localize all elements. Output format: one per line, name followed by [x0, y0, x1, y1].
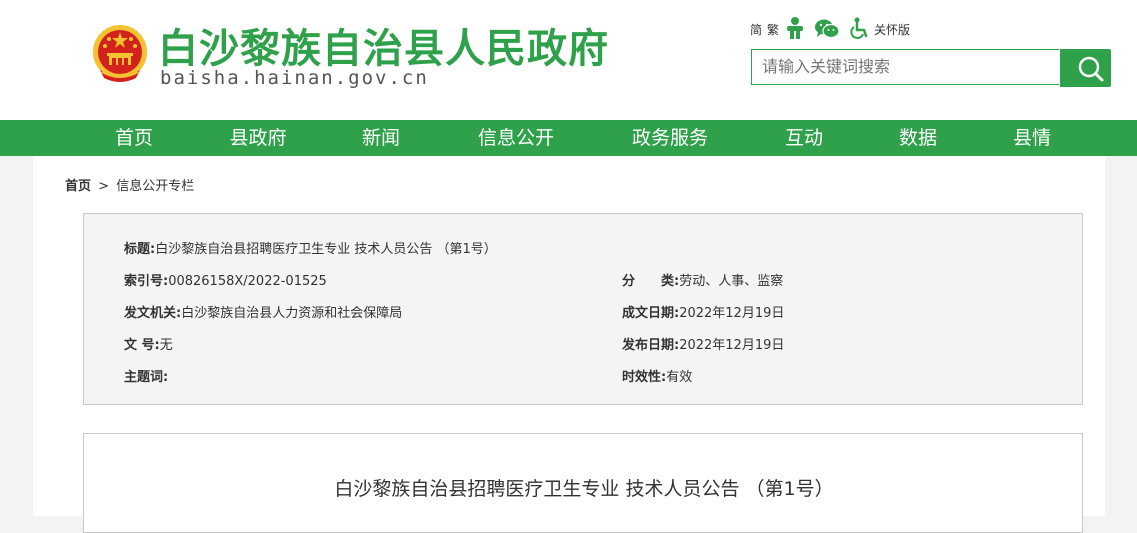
nav-item-information-disclosure[interactable]: 信息公开 [478, 120, 554, 156]
breadcrumb-home[interactable]: 首页 [65, 179, 91, 194]
search-button[interactable] [1060, 49, 1111, 87]
meta-doc-number-label: 文 号: [124, 338, 160, 353]
nav-item-home[interactable]: 首页 [115, 120, 153, 156]
nav-item-county-government[interactable]: 县政府 [229, 120, 286, 156]
search-icon [1078, 56, 1104, 82]
nav-item-data[interactable]: 数据 [899, 120, 937, 156]
meta-written-date: 成文日期:2022年12月19日 [622, 302, 784, 321]
article-title: 白沙黎族自治县招聘医疗卫生专业 技术人员公告 （第1号） [334, 478, 834, 500]
meta-index-value: 00826158X/2022-01525 [168, 274, 327, 289]
meta-written-date-value: 2022年12月19日 [679, 306, 785, 321]
elderly-mode-link[interactable]: 关怀版 [874, 21, 910, 38]
meta-validity: 时效性:有效 [622, 366, 692, 385]
main-content: 首页 > 信息公开专栏 标题:白沙黎族自治县招聘医疗卫生专业 技术人员公告 （第… [33, 156, 1105, 533]
site-header: 白沙黎族自治县人民政府 baisha.hainan.gov.cn 简 繁 关怀版 [0, 0, 1137, 120]
meta-issuer-value: 白沙黎族自治县人力资源和社会保障局 [181, 306, 403, 321]
meta-validity-value: 有效 [666, 370, 693, 385]
meta-publish-date-value: 2022年12月19日 [679, 338, 785, 353]
meta-publish-date-label: 发布日期: [622, 338, 680, 353]
nav-item-county-info[interactable]: 县情 [1013, 120, 1051, 156]
meta-issuer-label: 发文机关: [124, 306, 182, 321]
meta-title-value: 白沙黎族自治县招聘医疗卫生专业 技术人员公告 （第1号） [155, 242, 497, 257]
meta-index: 索引号:00826158X/2022-01525 [124, 270, 327, 289]
site-title[interactable]: 白沙黎族自治县人民政府 [158, 16, 609, 74]
breadcrumb-separator: > [98, 179, 110, 194]
breadcrumb-current[interactable]: 信息公开专栏 [116, 179, 194, 194]
meta-index-label: 索引号: [124, 274, 169, 289]
meta-doc-number: 文 号:无 [124, 334, 173, 353]
site-domain: baisha.hainan.gov.cn [160, 67, 429, 89]
main-nav: 首页 县政府 新闻 信息公开 政务服务 互动 数据 县情 [0, 120, 1137, 156]
nav-item-government-services[interactable]: 政务服务 [632, 120, 708, 156]
meta-publish-date: 发布日期:2022年12月19日 [622, 334, 784, 353]
accessibility-person-icon[interactable] [784, 16, 806, 40]
meta-issuer: 发文机关:白沙黎族自治县人力资源和社会保障局 [124, 302, 402, 321]
meta-subject: 主题词: [124, 366, 168, 385]
meta-title: 标题:白沙黎族自治县招聘医疗卫生专业 技术人员公告 （第1号） [124, 238, 497, 257]
article-body: 白沙黎族自治县招聘医疗卫生专业 技术人员公告 （第1号） [83, 433, 1083, 533]
wechat-icon[interactable] [814, 18, 840, 40]
nav-item-news[interactable]: 新闻 [362, 120, 400, 156]
national-emblem-icon[interactable] [90, 22, 150, 86]
meta-title-label: 标题: [124, 242, 156, 257]
document-metadata: 标题:白沙黎族自治县招聘医疗卫生专业 技术人员公告 （第1号） 索引号:0082… [83, 213, 1083, 405]
meta-doc-number-value: 无 [159, 338, 173, 353]
search-input[interactable] [751, 49, 1059, 85]
simplified-chinese-link[interactable]: 简 [750, 21, 762, 38]
meta-written-date-label: 成文日期: [622, 306, 680, 321]
nav-item-interaction[interactable]: 互动 [785, 120, 823, 156]
meta-category-value: 劳动、人事、监察 [679, 274, 784, 289]
meta-subject-label: 主题词: [124, 370, 169, 385]
breadcrumb: 首页 > 信息公开专栏 [65, 175, 194, 194]
traditional-chinese-link[interactable]: 繁 [767, 21, 779, 38]
wheelchair-icon[interactable] [850, 17, 870, 39]
meta-category: 分 类:劳动、人事、监察 [622, 270, 783, 289]
meta-validity-label: 时效性: [622, 370, 667, 385]
meta-category-label: 分 类: [622, 274, 680, 289]
